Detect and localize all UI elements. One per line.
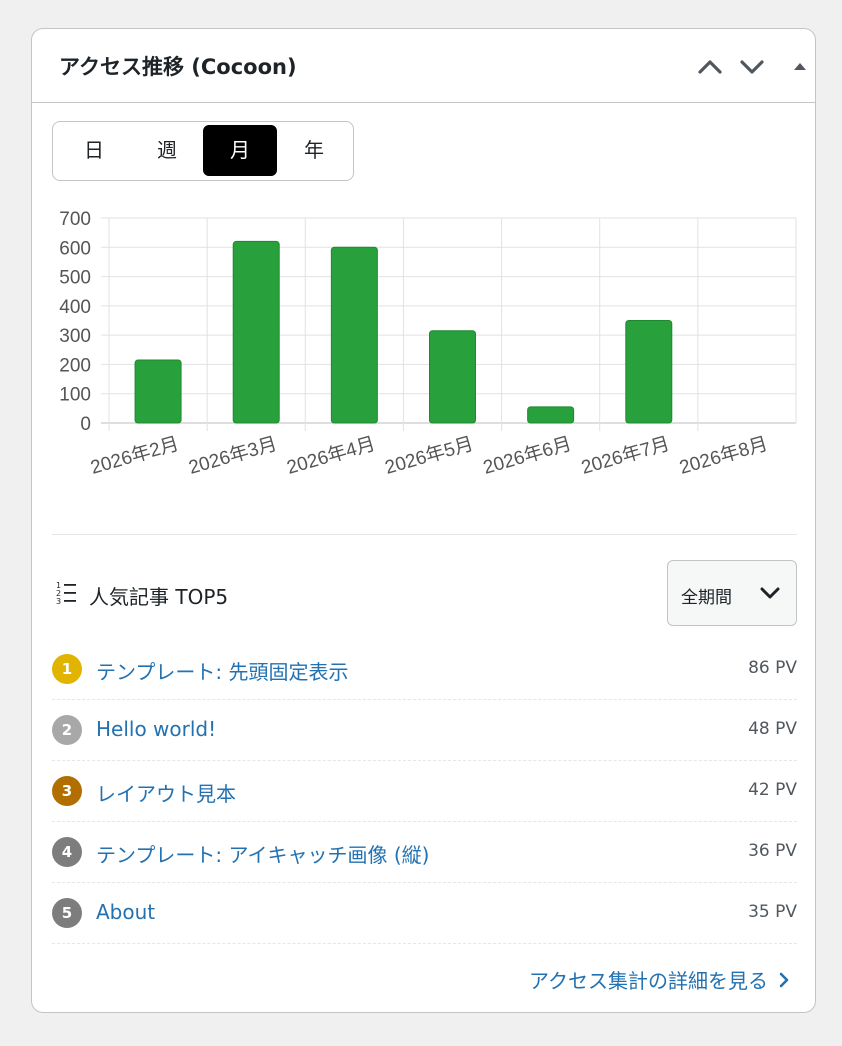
y-tick-label: 500 <box>59 268 91 289</box>
access-chart: 01002003004005006007002026年2月 2026年3月 2026… <box>59 209 797 479</box>
list-item: 2 Hello world! 48 PV <box>52 700 797 761</box>
article-link[interactable]: About <box>96 900 155 924</box>
rank-badge: 2 <box>52 715 82 745</box>
y-tick-label: 300 <box>59 326 91 347</box>
triangle-up-icon <box>794 63 806 70</box>
article-link[interactable]: テンプレート: アイキャッチ画像 (縦) <box>96 839 429 868</box>
x-tick-label: 2026年7月 <box>579 433 672 479</box>
period-tabs: 日 週 月 年 <box>52 121 354 181</box>
range-select-value: 全期間 <box>681 588 732 608</box>
chevron-up-icon <box>698 60 722 74</box>
bar <box>429 330 476 424</box>
y-tick-label: 0 <box>80 414 91 435</box>
pageview-count: 86 PV <box>748 658 797 678</box>
y-tick-label: 600 <box>59 238 91 259</box>
article-link[interactable]: Hello world! <box>96 717 216 741</box>
move-up-button[interactable] <box>696 53 724 81</box>
divider <box>52 534 797 535</box>
move-down-button[interactable] <box>738 53 766 81</box>
widget-title: アクセス推移 (Cocoon) <box>59 55 297 79</box>
list-item: 5 About 35 PV <box>52 883 797 944</box>
list-item: 4 テンプレート: アイキャッチ画像 (縦) 36 PV <box>52 822 797 883</box>
chevron-right-icon[interactable] <box>777 971 791 989</box>
access-widget: アクセス推移 (Cocoon) 日 週 月 年 0 100 200 300 400 500… <box>31 28 816 1013</box>
tab-month[interactable]: 月 <box>203 125 277 176</box>
rank-badge: 3 <box>52 776 82 806</box>
x-tick-label: 2026年2月 <box>88 433 181 479</box>
range-select[interactable]: 全期間 <box>667 560 797 626</box>
bar <box>232 240 280 424</box>
widget-header: アクセス推移 (Cocoon) <box>32 29 815 103</box>
pageview-count: 42 PV <box>748 780 797 800</box>
tab-year[interactable]: 年 <box>277 125 351 176</box>
rank-badge: 5 <box>52 898 82 928</box>
y-tick-label: 100 <box>59 385 91 406</box>
pageview-count: 36 PV <box>748 841 797 861</box>
article-link[interactable]: レイアウト見本 <box>96 778 236 807</box>
bar <box>625 320 673 424</box>
x-tick-label: 2026年5月 <box>382 433 475 479</box>
ranking-title: 人気記事 TOP5 <box>89 585 229 609</box>
chevron-down-icon <box>740 60 764 74</box>
bar <box>527 406 575 424</box>
pageview-count: 48 PV <box>748 719 797 739</box>
y-tick-label: 700 <box>59 209 91 230</box>
ranking-header: 1 2 3 人気記事 TOP5 全期間 <box>52 559 797 629</box>
ranking-list: 1 テンプレート: 先頭固定表示 86 PV 2 Hello world! 48… <box>52 639 797 944</box>
pageview-count: 35 PV <box>748 902 797 922</box>
y-tick-label: 200 <box>59 355 91 376</box>
ordered-list-icon: 1 2 3 <box>56 581 76 606</box>
rank-badge: 4 <box>52 837 82 867</box>
details-link[interactable]: アクセス集計の詳細を見る <box>529 965 768 994</box>
article-link[interactable]: テンプレート: 先頭固定表示 <box>96 656 349 685</box>
tab-day[interactable]: 日 <box>57 125 131 176</box>
x-tick-label: 2026年8月 <box>677 433 770 479</box>
list-item: 3 レイアウト見本 42 PV <box>52 761 797 822</box>
x-tick-label: 2026年3月 <box>186 433 279 479</box>
svg-text:3: 3 <box>56 597 61 606</box>
x-tick-label: 2026年6月 <box>481 433 574 479</box>
bar <box>330 246 378 424</box>
rank-badge: 1 <box>52 654 82 684</box>
tab-week[interactable]: 週 <box>130 125 204 176</box>
bar <box>134 359 182 424</box>
chevron-down-icon <box>760 587 780 599</box>
toggle-panel-button[interactable] <box>786 53 814 81</box>
list-item: 1 テンプレート: 先頭固定表示 86 PV <box>52 639 797 700</box>
x-tick-label: 2026年4月 <box>284 433 377 479</box>
y-tick-label: 400 <box>59 297 91 318</box>
